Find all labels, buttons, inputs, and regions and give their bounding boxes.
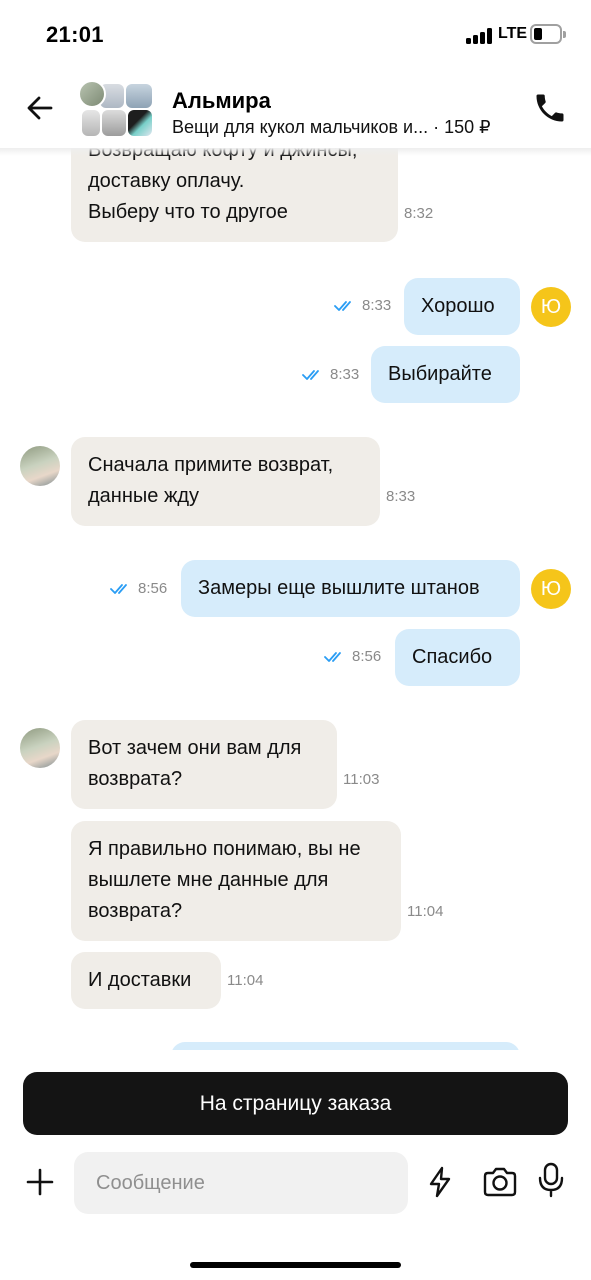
message-bubble-outgoing[interactable]: Хорошо [404,278,520,335]
contact-avatar [78,80,106,108]
message-time: 8:56 [138,580,168,597]
message-time: 11:04 [407,903,444,920]
message-bubble-incoming[interactable]: Сначала примите возврат, данные жду [71,437,380,526]
double-check-icon [324,652,341,662]
listing-price: · 150 ₽ [433,117,491,137]
double-check-icon [302,370,319,380]
message-bubble-outgoing[interactable]: Выбирайте [371,346,520,403]
message-bubble-incoming[interactable]: Вот зачем они вам для возврата? [71,720,337,809]
message-text: Я правильно понимаю, вы не [88,838,361,860]
listing-thumbnail[interactable] [78,80,154,140]
message-input[interactable] [74,1152,408,1214]
message-time: 8:33 [330,366,360,383]
message-text: Выбирайте [388,363,492,385]
double-check-icon [334,301,351,311]
message-time: 11:03 [343,771,380,788]
message-bubble-outgoing[interactable]: Спасибо [395,629,520,686]
message-time: 11:04 [227,972,264,989]
message-text: возврата? [88,900,183,922]
message-bubble-incoming[interactable]: Возвращаю кофту и джинсы, доставку оплач… [71,148,398,242]
composer-panel: На страницу заказа [0,1050,591,1280]
message-bubble-incoming[interactable]: Я правильно понимаю, вы не вышлете мне д… [71,821,401,941]
message-time: 8:32 [404,205,434,222]
message-text: Выберу что то другое [88,201,288,223]
user-avatar: Ю [531,287,571,327]
message-text: данные жду [88,485,199,507]
message-text: доставку оплачу. [88,170,245,192]
order-page-button[interactable]: На страницу заказа [23,1072,568,1135]
message-text: Спасибо [412,646,493,668]
message-text: И доставки [88,969,192,991]
contact-avatar [20,446,60,486]
listing-info[interactable]: Вещи для кукол мальчиков и... · 150 ₽ [172,117,491,138]
message-text: Сначала примите возврат, [88,454,334,476]
network-type: LTE [498,25,528,42]
chat-header: Альмира Вещи для кукол мальчиков и... · … [0,72,591,148]
message-time: 8:56 [352,648,382,665]
contact-avatar [20,728,60,768]
listing-title: Вещи для кукол мальчиков и... [172,117,429,137]
lightning-icon[interactable] [426,1166,454,1198]
message-time: 8:33 [362,297,392,314]
status-time: 21:01 [46,22,104,47]
signal-icon [466,28,494,44]
microphone-icon[interactable] [537,1162,565,1198]
phone-icon[interactable] [532,90,568,126]
message-time: 8:33 [386,488,416,505]
double-check-icon [110,584,127,594]
message-bubble-outgoing[interactable] [171,1042,520,1050]
message-text: Хорошо [421,295,495,317]
home-indicator [190,1262,401,1268]
message-text: вышлете мне данные для [88,869,329,891]
status-bar: 21:01 LTE [0,0,591,72]
battery-icon [530,24,566,44]
back-arrow-icon[interactable] [24,92,56,124]
contact-name[interactable]: Альмира [172,88,271,114]
message-text: Вот зачем они вам для [88,737,302,759]
message-list[interactable]: Возвращаю кофту и джинсы, доставку оплач… [0,148,591,1050]
user-avatar: Ю [531,569,571,609]
message-bubble-outgoing[interactable]: Замеры еще вышлите штанов [181,560,520,617]
message-text: Возвращаю кофту и джинсы, [88,148,358,161]
message-bubble-incoming[interactable]: И доставки [71,952,221,1009]
camera-icon[interactable] [481,1166,519,1198]
plus-icon[interactable] [24,1166,56,1198]
message-text: возврата? [88,768,183,790]
message-text: Замеры еще вышлите штанов [198,577,480,599]
